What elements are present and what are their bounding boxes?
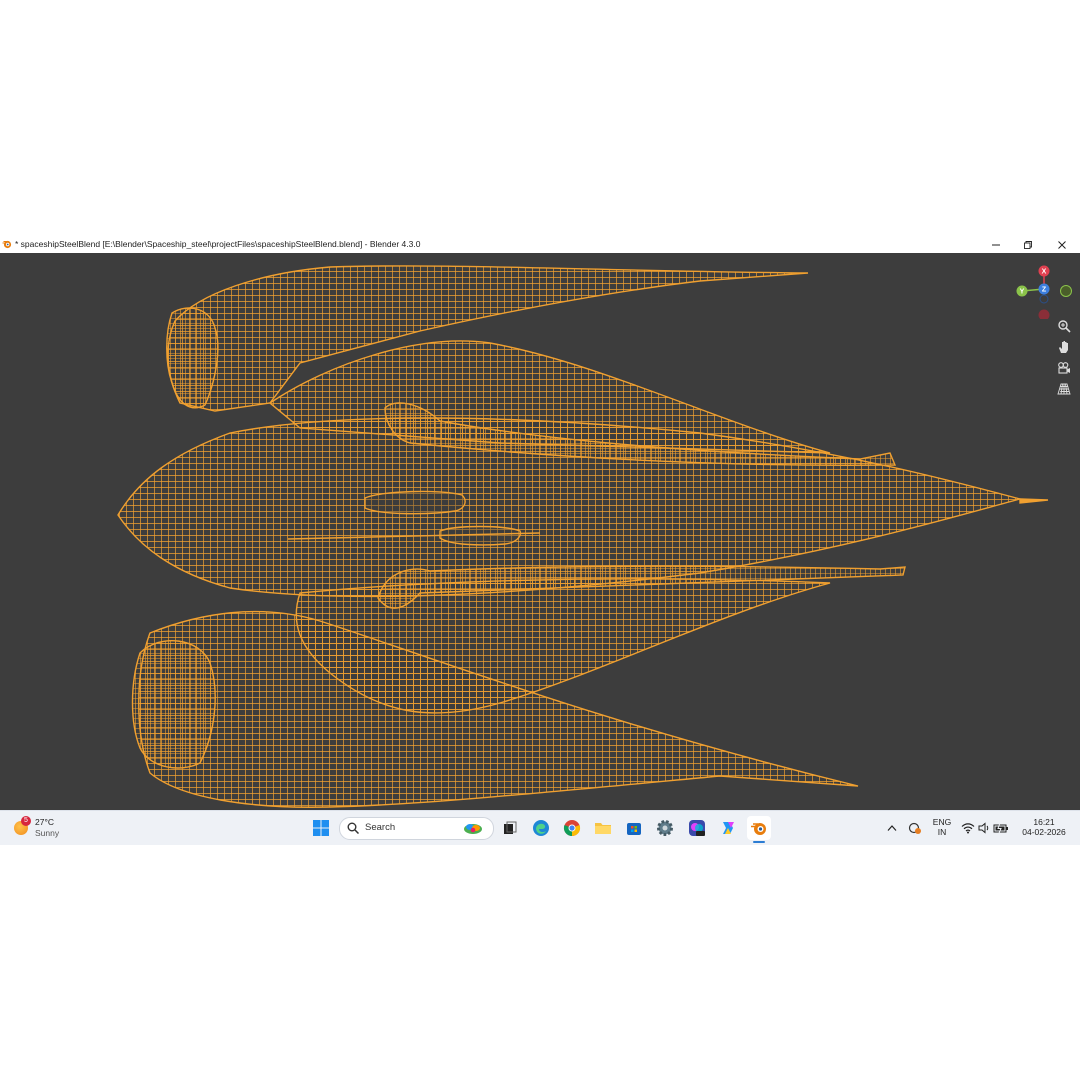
copilot-app-button[interactable] xyxy=(716,816,740,840)
language-code: ENG xyxy=(932,817,952,827)
store-icon xyxy=(627,823,641,835)
hand-pan-icon xyxy=(1059,341,1068,353)
edge-app-button[interactable] xyxy=(529,816,553,840)
folder-icon xyxy=(595,823,611,834)
z-axis-label: Z xyxy=(1042,287,1047,294)
file-explorer-button[interactable] xyxy=(591,816,615,840)
clock-date: 04-02-2026 xyxy=(1022,827,1066,837)
zoom-icon xyxy=(1058,320,1071,333)
pan-button[interactable] xyxy=(1054,337,1074,357)
pinned-app-button[interactable] xyxy=(685,816,709,840)
window-title: * spaceshipSteelBlend [E:\Blender\Spaces… xyxy=(15,239,421,249)
neg-x-axis-handle[interactable] xyxy=(1038,309,1050,320)
search-icon xyxy=(347,822,359,834)
edge-icon xyxy=(533,820,549,836)
chrome-icon xyxy=(563,820,581,837)
store-app-button[interactable] xyxy=(622,816,646,840)
task-view-button[interactable] xyxy=(498,816,522,840)
taskbar-search-box[interactable]: Search xyxy=(339,817,494,840)
weather-widget[interactable]: 5 27°C Sunny xyxy=(12,816,92,840)
clock-time: 16:21 xyxy=(1033,817,1055,827)
search-highlight-icon xyxy=(464,824,482,834)
quick-settings-button[interactable] xyxy=(958,816,1012,840)
show-hidden-icons-button[interactable] xyxy=(881,816,903,840)
start-button[interactable] xyxy=(309,816,333,840)
3d-viewport[interactable]: X Y Z xyxy=(0,253,1080,810)
speaker-icon xyxy=(978,822,989,834)
battery-icon xyxy=(993,822,1008,834)
camera-view-button[interactable] xyxy=(1054,358,1074,378)
input-language-indicator[interactable]: ENG IN xyxy=(928,817,956,837)
copilot-icon xyxy=(723,822,734,834)
blender-icon xyxy=(751,823,766,835)
notification-badge: 5 xyxy=(21,816,31,826)
chrome-app-button[interactable] xyxy=(560,816,584,840)
perspective-toggle-button[interactable] xyxy=(1054,379,1074,399)
minimize-icon xyxy=(992,244,1000,245)
close-icon xyxy=(1058,240,1066,249)
minimize-button[interactable] xyxy=(981,236,1011,253)
task-view-icon xyxy=(504,821,517,834)
close-button[interactable] xyxy=(1047,236,1077,253)
neg-z-axis-handle[interactable] xyxy=(1039,294,1049,304)
blender-app-button[interactable] xyxy=(747,816,771,840)
grid-perspective-icon xyxy=(1057,383,1071,395)
blender-window: * spaceshipSteelBlend [E:\Blender\Spaces… xyxy=(0,236,1080,810)
taskbar: 5 27°C Sunny Search ENG IN 16:21 04-02-2… xyxy=(0,810,1080,845)
wifi-icon xyxy=(961,823,975,834)
y-axis-label: Y xyxy=(1020,289,1025,296)
weather-condition: Sunny xyxy=(35,828,60,838)
blender-logo-icon xyxy=(2,240,12,249)
weather-temperature: 27°C xyxy=(35,817,54,827)
cloud-alert-icon xyxy=(908,822,921,834)
zoom-button[interactable] xyxy=(1054,316,1074,336)
title-bar[interactable]: * spaceshipSteelBlend [E:\Blender\Spaces… xyxy=(0,236,1080,253)
restore-button[interactable] xyxy=(1013,236,1043,253)
app-icon xyxy=(689,820,705,836)
clock[interactable]: 16:21 04-02-2026 xyxy=(1016,817,1072,837)
windows-start-icon xyxy=(313,820,329,836)
active-app-indicator xyxy=(753,841,765,843)
restore-icon xyxy=(1024,240,1032,249)
search-label: Search xyxy=(365,822,396,833)
camera-view-icon xyxy=(1058,362,1070,374)
tray-app-button[interactable] xyxy=(905,816,925,840)
ship-mesh xyxy=(117,265,1049,808)
region-code: IN xyxy=(937,827,947,837)
settings-app-button[interactable] xyxy=(653,816,677,840)
chevron-up-icon xyxy=(887,825,897,831)
gear-icon xyxy=(657,820,673,836)
neg-y-axis-handle[interactable] xyxy=(1060,285,1072,297)
spaceship-wireframe xyxy=(117,265,1049,808)
x-axis-label: X xyxy=(1042,269,1047,276)
navigation-gizmo[interactable]: X Y Z xyxy=(1010,259,1080,319)
